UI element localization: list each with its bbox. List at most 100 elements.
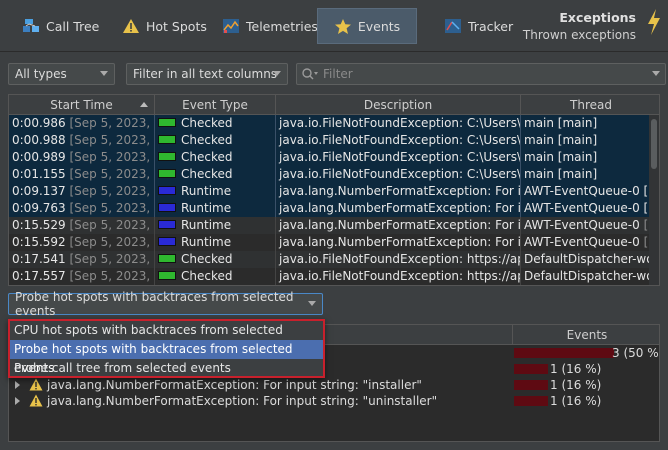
event-type-cell: Checked	[155, 115, 276, 132]
events-button[interactable]: Events	[317, 8, 417, 44]
popup-item-probe-hot-spots[interactable]: Probe hot spots with backtraces from sel…	[10, 340, 323, 375]
telemetries-label: Telemetries	[246, 18, 318, 34]
popup-item-probe-call-tree[interactable]: Probe call tree from selected events	[10, 359, 323, 378]
tracker-label: Tracker	[468, 18, 514, 34]
description-cell: java.lang.NumberFormatException: For inp…	[276, 217, 521, 234]
start-time-cell: 0:01.155 [Sep 5, 2023, ...	[9, 166, 155, 183]
event-type-value: Checked	[181, 167, 233, 181]
event-type-color-swatch	[158, 254, 176, 263]
hot-spots-button[interactable]: Hot Spots	[114, 8, 215, 44]
event-type-color-swatch	[158, 237, 176, 246]
start-time-value: 0:15.529	[12, 218, 66, 232]
event-type-color-swatch	[158, 169, 176, 178]
show-action-popup: CPU hot spots with backtraces from selec…	[8, 319, 325, 378]
call-tree-button[interactable]: Call Tree	[14, 8, 107, 44]
sort-ascending-icon	[140, 102, 148, 107]
call-tree-label: Call Tree	[46, 18, 100, 34]
description-cell: java.lang.NumberFormatException: For inp…	[276, 234, 521, 251]
table-row[interactable]: 0:15.529 [Sep 5, 2023, ... Runtime java.la…	[9, 217, 649, 234]
start-time-value: 0:17.541	[12, 252, 66, 266]
column-header-label: Thread	[570, 98, 612, 112]
tree-row[interactable]: java.lang.NumberFormatException: For inp…	[9, 393, 659, 409]
events-table-scrollbar[interactable]	[649, 115, 659, 285]
column-header-start-time[interactable]: Start Time	[9, 95, 155, 115]
column-header-thread[interactable]: Thread	[521, 95, 659, 115]
warning-icon	[123, 19, 139, 33]
table-row[interactable]: 0:01.155 [Sep 5, 2023, ... Checked java.io…	[9, 166, 649, 183]
start-time-date: [Sep 5, 2023, ...	[69, 252, 155, 266]
event-type-value: Runtime	[181, 184, 232, 198]
thread-cell: main [main]	[521, 132, 649, 149]
thread-value: main [main]	[524, 133, 598, 147]
description-cell: java.io.FileNotFoundException: https://a…	[276, 268, 521, 285]
start-time-cell: 0:15.592 [Sep 5, 2023, ...	[9, 234, 155, 251]
start-time-date: [Sep 5, 2023, ...	[69, 218, 155, 232]
tree-row[interactable]: java.lang.NumberFormatException: For inp…	[9, 377, 659, 393]
thread-value: DefaultDispatcher-wor...	[524, 252, 649, 266]
filter-search-input[interactable]: Filter	[296, 63, 666, 85]
thread-cell: main [main]	[521, 166, 649, 183]
table-row[interactable]: 0:00.988 [Sep 5, 2023, ... Checked java.io…	[9, 132, 649, 149]
events-count-label: 1 (16 %)	[550, 394, 602, 408]
star-icon	[334, 18, 351, 34]
tracker-button[interactable]: Tracker	[436, 8, 521, 44]
start-time-cell: 0:17.541 [Sep 5, 2023, ...	[9, 251, 155, 268]
start-time-value: 0:00.986	[12, 116, 66, 130]
column-header-events[interactable]: Events	[512, 325, 659, 345]
thread-value: AWT-EventQueue-0	[524, 235, 644, 249]
events-percentage-bar	[514, 364, 548, 374]
popup-item-cpu-hot-spots[interactable]: CPU hot spots with backtraces from selec…	[10, 321, 323, 356]
thread-cell: AWT-EventQueue-0 [m...	[521, 183, 649, 200]
show-action-select[interactable]: Probe hot spots with backtraces from sel…	[8, 290, 323, 318]
scrollbar-thumb[interactable]	[651, 119, 657, 169]
thread-value: main [main]	[524, 150, 598, 164]
start-time-date: [Sep 5, 2023, ...	[69, 116, 155, 130]
event-type-value: Runtime	[181, 201, 232, 215]
table-row[interactable]: 0:15.592 [Sep 5, 2023, ... Runtime java.la…	[9, 234, 649, 251]
event-type-color-swatch	[158, 186, 176, 195]
description-cell: java.io.FileNotFoundException: C:\Users\…	[276, 166, 521, 183]
expand-arrow-icon[interactable]	[15, 397, 20, 405]
table-row[interactable]: 0:17.541 [Sep 5, 2023, ... Checked java.io…	[9, 251, 649, 268]
tree-row-text: java.lang.NumberFormatException: For inp…	[47, 394, 438, 408]
view-toolbar: Call Tree Hot Spots Telemetries Events T…	[0, 0, 668, 52]
event-type-cell: Runtime	[155, 200, 276, 217]
start-time-cell: 0:00.989 [Sep 5, 2023, ...	[9, 149, 155, 166]
event-type-cell: Runtime	[155, 234, 276, 251]
start-time-value: 0:09.763	[12, 201, 66, 215]
table-row[interactable]: 0:00.986 [Sep 5, 2023, ... Checked java.io…	[9, 115, 649, 132]
chevron-down-icon	[308, 301, 316, 306]
view-title: Exceptions Thrown exceptions	[523, 10, 636, 44]
chevron-down-icon[interactable]	[652, 71, 660, 76]
event-type-color-swatch	[158, 152, 176, 161]
event-type-value: Runtime	[181, 218, 232, 232]
start-time-date: [Sep 5, 2023, ...	[69, 133, 155, 147]
column-header-description[interactable]: Description	[276, 95, 521, 115]
thread-value: AWT-EventQueue-0 [m...	[524, 184, 649, 198]
event-type-select-value: All types	[15, 67, 67, 81]
start-time-date: [Sep 5, 2023, ...	[69, 235, 155, 249]
events-table-header: Start Time Event Type Description Thread	[9, 95, 659, 115]
column-header-event-type[interactable]: Event Type	[155, 95, 276, 115]
expand-arrow-icon[interactable]	[15, 381, 20, 389]
description-cell: java.io.FileNotFoundException: C:\Users\…	[276, 115, 521, 132]
filter-column-select[interactable]: Filter in all text columns	[126, 63, 288, 85]
telemetries-button[interactable]: Telemetries	[214, 8, 326, 44]
start-time-cell: 0:00.988 [Sep 5, 2023, ...	[9, 132, 155, 149]
start-time-date: [Sep 5, 2023, ...	[69, 184, 155, 198]
event-type-select[interactable]: All types	[8, 63, 115, 85]
table-row[interactable]: 0:09.137 [Sep 5, 2023, ... Runtime java.la…	[9, 183, 649, 200]
lightning-icon	[648, 9, 660, 35]
table-row[interactable]: 0:09.763 [Sep 5, 2023, ... Runtime java.la…	[9, 200, 649, 217]
table-row[interactable]: 0:00.989 [Sep 5, 2023, ... Checked java.io…	[9, 149, 649, 166]
start-time-value: 0:09.137	[12, 184, 66, 198]
table-row[interactable]: 0:17.557 [Sep 5, 2023, ... Checked java.io…	[9, 268, 649, 285]
events-percentage-bar	[514, 380, 548, 390]
start-time-date: [Sep 5, 2023, ...	[69, 269, 155, 283]
column-header-label: Description	[363, 98, 433, 112]
events-table-body: 0:00.986 [Sep 5, 2023, ... Checked java.io…	[9, 115, 649, 285]
event-type-value: Runtime	[181, 235, 232, 249]
thread-value: DefaultDispatcher-wor...	[524, 269, 649, 283]
event-type-cell: Checked	[155, 149, 276, 166]
event-type-value: Checked	[181, 150, 233, 164]
